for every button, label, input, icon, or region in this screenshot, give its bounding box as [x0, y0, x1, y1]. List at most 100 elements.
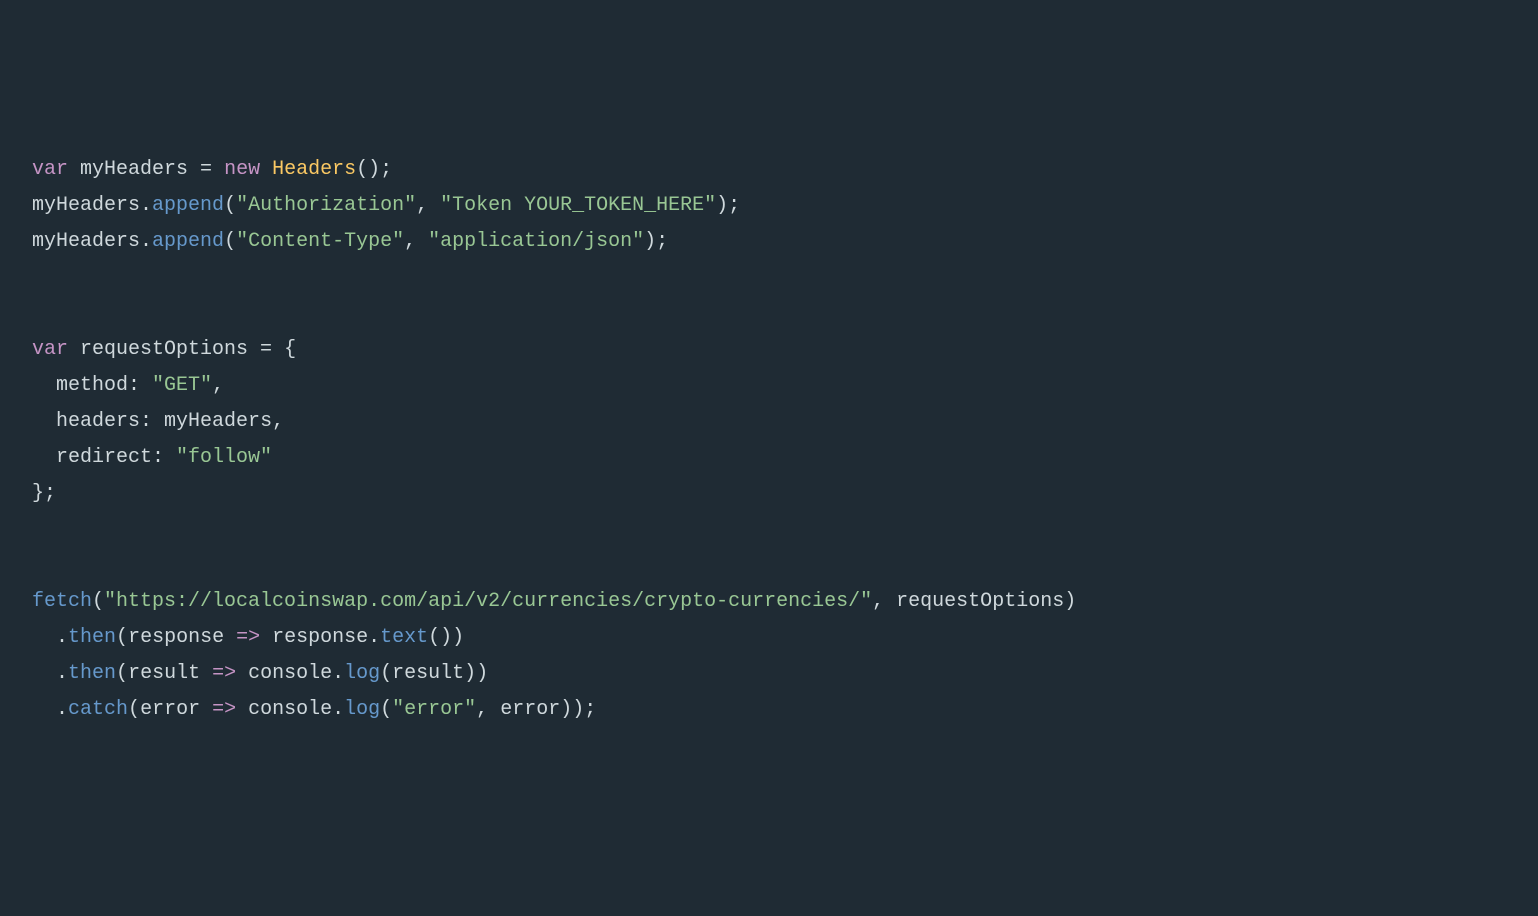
- keyword-var: var: [32, 338, 68, 361]
- code-block[interactable]: var myHeaders = new Headers();myHeaders.…: [32, 152, 1506, 728]
- dot: .: [140, 230, 152, 253]
- identifier: result: [392, 662, 464, 685]
- arrow-fn: =>: [200, 698, 248, 721]
- code-line-14: .catch(error => console.log("error", err…: [32, 692, 1506, 728]
- code-line-12: .then(response => response.text()): [32, 620, 1506, 656]
- paren-close: ): [1064, 590, 1076, 613]
- paren-close: ): [476, 662, 488, 685]
- paren-open: (: [116, 662, 128, 685]
- method-catch: catch: [68, 698, 128, 721]
- colon: :: [152, 446, 176, 469]
- string: "error": [392, 698, 476, 721]
- constructor-headers: Headers: [272, 158, 356, 181]
- comma: ,: [272, 410, 284, 433]
- string: "Token YOUR_TOKEN_HERE": [440, 194, 716, 217]
- method-log: log: [344, 698, 380, 721]
- paren-close: );: [644, 230, 668, 253]
- dot: .: [140, 194, 152, 217]
- method-log: log: [344, 662, 380, 685]
- param-result: result: [128, 662, 200, 685]
- object-key: method: [56, 374, 128, 397]
- identifier-console: console: [248, 698, 332, 721]
- string-url: "https://localcoinswap.com/api/v2/curren…: [104, 590, 872, 613]
- paren-open: (: [224, 230, 236, 253]
- identifier: response: [272, 626, 368, 649]
- paren-close: ): [452, 626, 464, 649]
- space: [260, 158, 272, 181]
- paren-open: (: [380, 662, 392, 685]
- indent: [32, 626, 56, 649]
- dot: .: [332, 662, 344, 685]
- blank-line: [32, 512, 1506, 548]
- dot: .: [56, 626, 68, 649]
- brace-open: {: [284, 338, 296, 361]
- colon: :: [128, 374, 152, 397]
- object-key: headers: [56, 410, 140, 433]
- object-key: redirect: [56, 446, 152, 469]
- identifier: error: [500, 698, 560, 721]
- arrow-fn: =>: [200, 662, 248, 685]
- paren-close: ): [464, 662, 476, 685]
- dot: .: [332, 698, 344, 721]
- param-response: response: [128, 626, 224, 649]
- method-then: then: [68, 662, 116, 685]
- code-line-2: myHeaders.append("Authorization", "Token…: [32, 188, 1506, 224]
- string: "Authorization": [236, 194, 416, 217]
- code-line-3: myHeaders.append("Content-Type", "applic…: [32, 224, 1506, 260]
- dot: .: [56, 698, 68, 721]
- code-line-11: fetch("https://localcoinswap.com/api/v2/…: [32, 584, 1506, 620]
- identifier-console: console: [248, 662, 332, 685]
- indent: [32, 410, 56, 433]
- paren-open: (: [128, 698, 140, 721]
- indent: [32, 698, 56, 721]
- punctuation: ();: [356, 158, 392, 181]
- method-then: then: [68, 626, 116, 649]
- string: "application/json": [428, 230, 644, 253]
- identifier: requestOptions: [68, 338, 260, 361]
- keyword-new: new: [224, 158, 260, 181]
- identifier: requestOptions: [896, 590, 1064, 613]
- code-line-5: var requestOptions = {: [32, 332, 1506, 368]
- string: "follow": [176, 446, 272, 469]
- blank-line: [32, 296, 1506, 332]
- method-text: text: [380, 626, 428, 649]
- indent: [32, 446, 56, 469]
- code-line-8: redirect: "follow": [32, 440, 1506, 476]
- identifier: myHeaders: [164, 410, 272, 433]
- code-line-7: headers: myHeaders,: [32, 404, 1506, 440]
- identifier: myHeaders: [32, 230, 140, 253]
- blank-line: [32, 260, 1506, 296]
- comma: ,: [404, 230, 428, 253]
- identifier: myHeaders: [32, 194, 140, 217]
- operator-eq: =: [260, 338, 284, 361]
- parens: (): [428, 626, 452, 649]
- dot: .: [56, 662, 68, 685]
- paren-open: (: [92, 590, 104, 613]
- comma: ,: [212, 374, 224, 397]
- code-line-6: method: "GET",: [32, 368, 1506, 404]
- operator-eq: =: [200, 158, 224, 181]
- indent: [32, 374, 56, 397]
- function-fetch: fetch: [32, 590, 92, 613]
- method-append: append: [152, 230, 224, 253]
- keyword-var: var: [32, 158, 68, 181]
- indent: [32, 662, 56, 685]
- arrow-fn: =>: [224, 626, 272, 649]
- param-error: error: [140, 698, 200, 721]
- paren-open: (: [116, 626, 128, 649]
- paren-close: );: [716, 194, 740, 217]
- colon: :: [140, 410, 164, 433]
- paren-open: (: [380, 698, 392, 721]
- identifier: myHeaders: [68, 158, 200, 181]
- comma: ,: [416, 194, 440, 217]
- string: "Content-Type": [236, 230, 404, 253]
- code-line-1: var myHeaders = new Headers();: [32, 152, 1506, 188]
- paren-open: (: [224, 194, 236, 217]
- string: "GET": [152, 374, 212, 397]
- blank-line: [32, 548, 1506, 584]
- code-line-13: .then(result => console.log(result)): [32, 656, 1506, 692]
- code-line-9: };: [32, 476, 1506, 512]
- comma: ,: [872, 590, 896, 613]
- brace-close: };: [32, 482, 56, 505]
- dot: .: [368, 626, 380, 649]
